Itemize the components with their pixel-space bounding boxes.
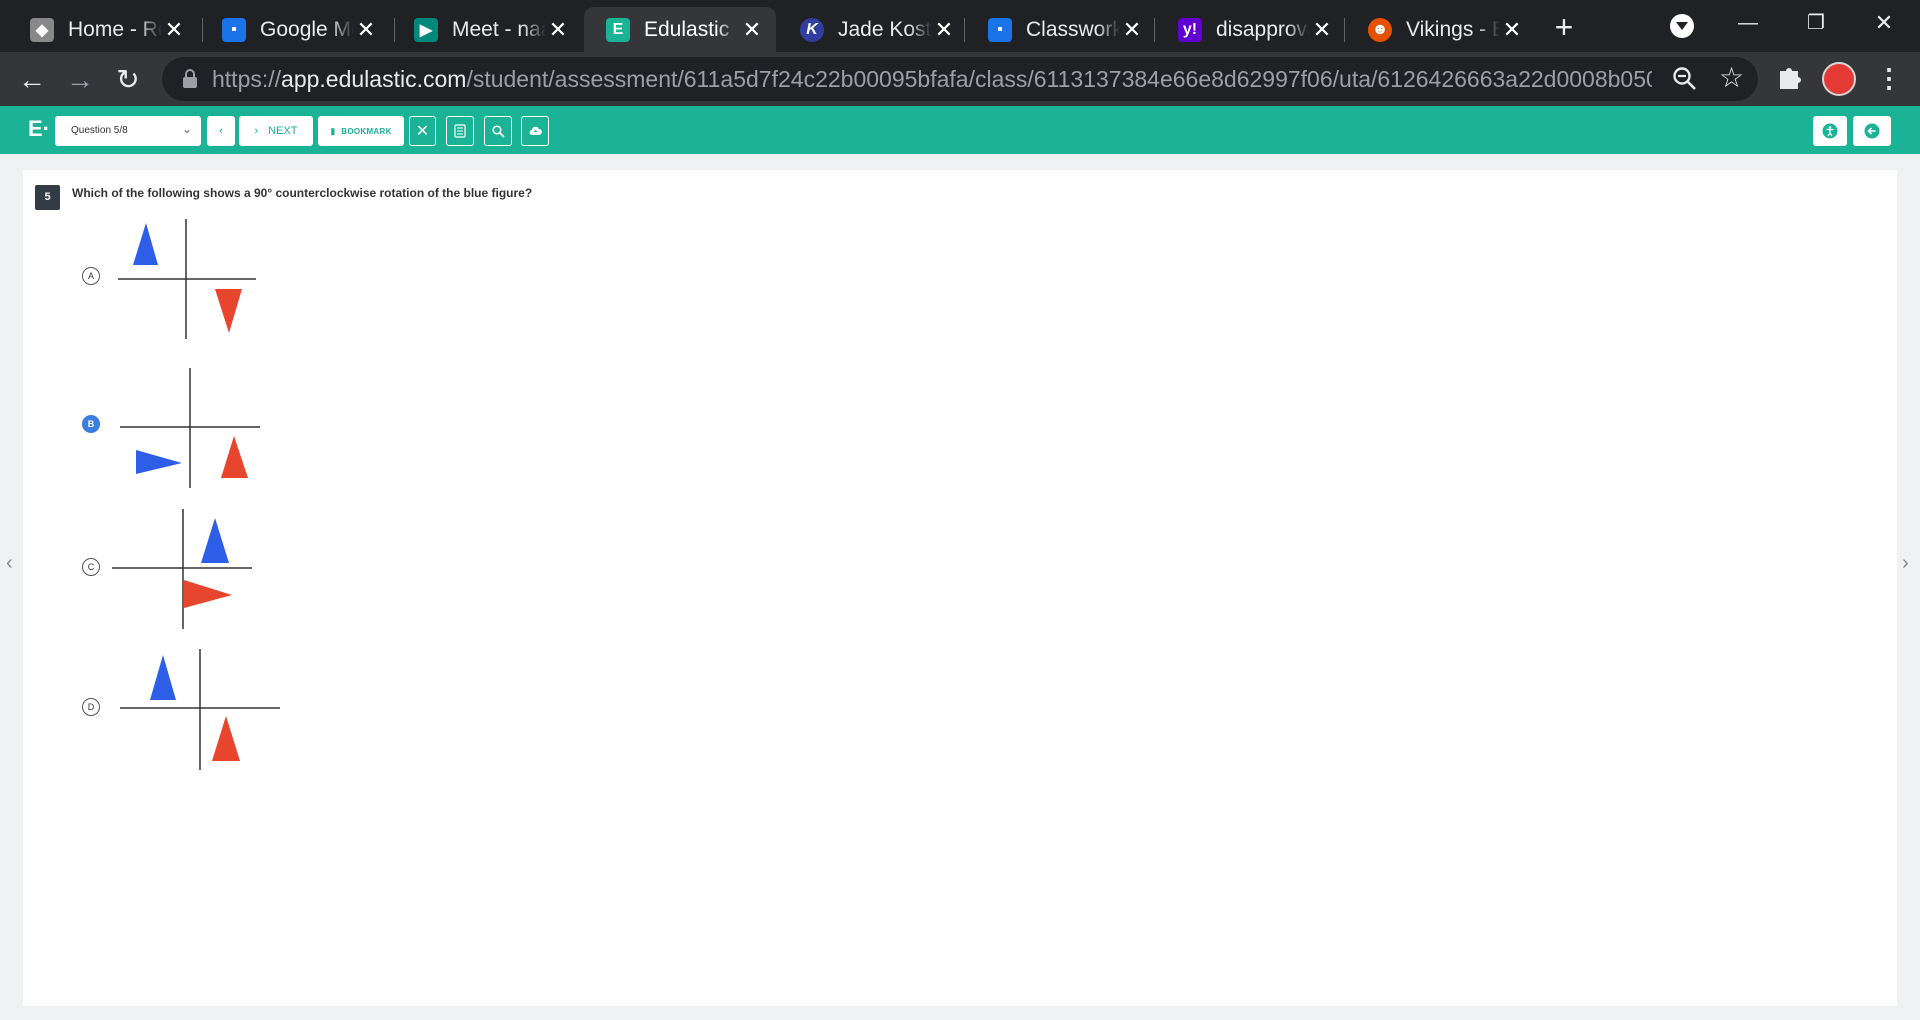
classroom-icon: ▪ bbox=[988, 17, 1012, 42]
browser-toolbar: ← → ↻ https://app.edulastic.com/student/… bbox=[0, 52, 1920, 106]
calculator-icon bbox=[454, 124, 466, 138]
forward-icon[interactable]: → bbox=[62, 62, 98, 98]
zoom-icon[interactable] bbox=[1672, 66, 1698, 92]
bookmark-label: BOOKMARK bbox=[341, 126, 392, 136]
accessibility-icon bbox=[1822, 123, 1838, 139]
tab-title: disapproval bbox=[1216, 17, 1310, 41]
tab-strip: ◆ Home - Roblox ✕ ▪ Google Meet ✕ ▶ Meet… bbox=[0, 0, 1920, 52]
tab-separator bbox=[1154, 18, 1155, 42]
assessment-toolbar: E· Question 5/8 ⌄ ‹ › NEXT ▮ BOOKMARK ✕ bbox=[0, 106, 1920, 154]
chevron-right-icon: › bbox=[254, 125, 259, 137]
option-a-figure[interactable] bbox=[112, 215, 260, 341]
menu-icon[interactable]: ⋮ bbox=[1876, 62, 1902, 96]
vikings-icon: ☻ bbox=[1368, 17, 1392, 42]
tab-search-icon[interactable] bbox=[1670, 14, 1694, 38]
yahoo-icon: y! bbox=[1178, 17, 1202, 42]
close-icon[interactable]: ✕ bbox=[1500, 17, 1524, 42]
tab-meet[interactable]: ▶ Meet - naa- ✕ bbox=[392, 7, 582, 52]
url-scheme: https:// bbox=[212, 66, 282, 92]
option-c-radio[interactable]: C bbox=[82, 558, 100, 576]
tab-vikings[interactable]: ☻ Vikings - Br ✕ bbox=[1346, 7, 1536, 52]
tab-title: Jade Kostm bbox=[838, 17, 932, 41]
tab-title: Meet - naa- bbox=[452, 17, 546, 41]
option-a-radio[interactable]: A bbox=[82, 267, 100, 285]
roblox-icon: ◆ bbox=[30, 17, 54, 42]
next-button[interactable]: › NEXT bbox=[239, 116, 313, 146]
tab-yahoo[interactable]: y! disapproval ✕ bbox=[1156, 7, 1346, 52]
magnifier-button[interactable] bbox=[484, 116, 512, 146]
tab-title: Edulastic bbox=[644, 17, 730, 41]
chevron-right-icon[interactable]: › bbox=[1902, 552, 1909, 575]
search-icon bbox=[491, 124, 505, 138]
accessibility-button[interactable] bbox=[1813, 116, 1847, 146]
question-select-label: Question 5/8 bbox=[71, 125, 128, 136]
tab-jade[interactable]: K Jade Kostm ✕ bbox=[778, 7, 968, 52]
exit-arrow-icon bbox=[1864, 123, 1880, 139]
exit-button[interactable] bbox=[1853, 116, 1891, 146]
url-path: /student/assessment/611a5d7f24c22b00095b… bbox=[466, 66, 1652, 92]
question-text: Which of the following shows a 90° count… bbox=[72, 186, 533, 200]
close-icon[interactable]: ✕ bbox=[354, 17, 378, 42]
calculator-button[interactable] bbox=[446, 116, 474, 146]
tab-title: Google Meet bbox=[260, 17, 354, 41]
tab-separator bbox=[1344, 18, 1345, 42]
close-icon[interactable]: ✕ bbox=[740, 17, 764, 42]
reload-icon[interactable]: ↻ bbox=[110, 62, 146, 98]
option-b-radio[interactable]: B bbox=[82, 415, 100, 433]
close-icon[interactable]: ✕ bbox=[1120, 17, 1144, 42]
chevron-left-icon: ‹ bbox=[219, 125, 223, 137]
close-icon[interactable]: ✕ bbox=[1310, 17, 1334, 42]
tab-classwork[interactable]: ▪ Classwork f ✕ bbox=[966, 7, 1156, 52]
address-bar[interactable]: https://app.edulastic.com/student/assess… bbox=[162, 57, 1758, 101]
previous-button[interactable]: ‹ bbox=[207, 116, 235, 146]
bookmark-button[interactable]: ▮ BOOKMARK bbox=[318, 116, 404, 146]
close-icon[interactable]: ✕ bbox=[546, 17, 570, 42]
tab-title: Vikings - Br bbox=[1406, 17, 1500, 41]
bookmark-star-icon[interactable]: ☆ bbox=[1719, 63, 1744, 93]
question-number: 5 bbox=[35, 185, 60, 210]
url-text[interactable]: https://app.edulastic.com/student/assess… bbox=[212, 66, 1652, 93]
back-icon[interactable]: ← bbox=[14, 62, 50, 98]
tab-google-meet[interactable]: ▪ Google Meet ✕ bbox=[200, 7, 390, 52]
cloud-upload-icon bbox=[529, 126, 542, 135]
tab-edulastic[interactable]: E Edulastic ✕ bbox=[584, 7, 776, 52]
meet-icon: ▶ bbox=[414, 17, 438, 42]
tab-separator bbox=[964, 18, 965, 42]
option-c-figure[interactable] bbox=[108, 506, 256, 632]
tab-roblox[interactable]: ◆ Home - Roblox ✕ bbox=[8, 7, 198, 52]
tab-title: Home - Roblox bbox=[68, 17, 162, 41]
option-d-radio[interactable]: D bbox=[82, 698, 100, 716]
bookmark-icon: ▮ bbox=[330, 125, 336, 136]
close-icon[interactable]: ✕ bbox=[162, 17, 186, 42]
profile-avatar[interactable] bbox=[1822, 62, 1856, 96]
option-b-figure[interactable] bbox=[116, 364, 264, 490]
close-icon[interactable]: ✕ bbox=[932, 17, 956, 42]
restore-icon[interactable]: ❐ bbox=[1796, 8, 1836, 38]
chevron-left-icon[interactable]: ‹ bbox=[6, 552, 13, 575]
minimize-icon[interactable]: — bbox=[1728, 8, 1768, 38]
save-cloud-button[interactable] bbox=[521, 116, 549, 146]
edulastic-icon: E bbox=[606, 17, 630, 42]
edulastic-logo: E· bbox=[28, 116, 50, 141]
url-host: app.edulastic.com bbox=[281, 66, 467, 92]
google-meet-icon: ▪ bbox=[222, 17, 246, 42]
option-d-figure[interactable] bbox=[118, 646, 282, 772]
chevron-down-icon: ⌄ bbox=[181, 122, 192, 136]
window-close-icon[interactable]: ✕ bbox=[1864, 8, 1904, 38]
new-tab-icon[interactable]: + bbox=[1548, 11, 1580, 44]
lock-icon bbox=[183, 69, 197, 88]
cross-icon: ✕ bbox=[415, 123, 430, 140]
question-select[interactable]: Question 5/8 ⌄ bbox=[55, 116, 201, 146]
k-icon: K bbox=[800, 17, 824, 42]
question-card bbox=[23, 170, 1897, 1006]
tab-title: Classwork f bbox=[1026, 17, 1120, 41]
cross-out-button[interactable]: ✕ bbox=[409, 116, 436, 146]
next-label: NEXT bbox=[268, 125, 298, 137]
extensions-icon[interactable] bbox=[1776, 63, 1804, 91]
